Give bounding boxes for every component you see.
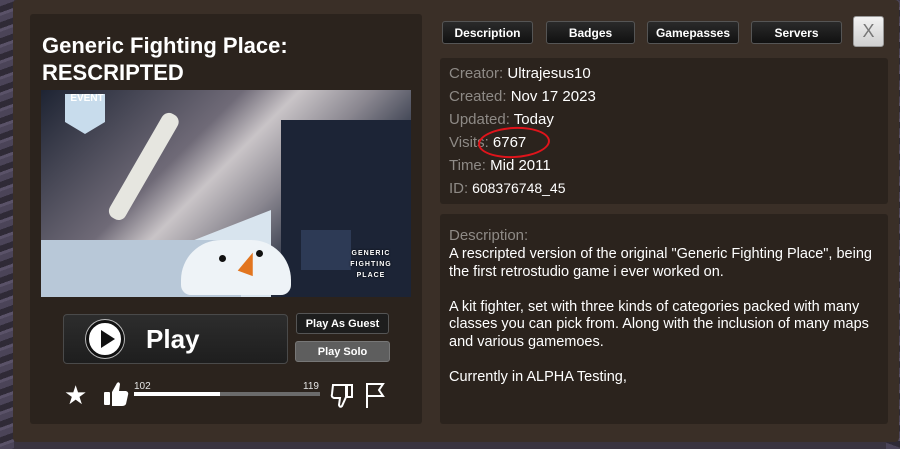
- info-updated: Updated: Today: [449, 111, 554, 128]
- vote-ratio-bar: [134, 392, 320, 396]
- background-left: [0, 0, 14, 449]
- thumbnail-eye: [219, 255, 226, 262]
- downvote-count: 119: [303, 381, 319, 392]
- id-label: ID:: [449, 180, 469, 197]
- info-id: ID: 608376748_45: [449, 180, 566, 197]
- tab-servers[interactable]: Servers: [751, 21, 842, 44]
- creator-label: Creator:: [449, 65, 504, 82]
- info-created: Created: Nov 17 2023: [449, 88, 596, 105]
- tab-badges[interactable]: Badges: [546, 21, 635, 44]
- flag-icon[interactable]: [364, 381, 386, 409]
- time-value: Mid 2011: [490, 157, 551, 174]
- updated-label: Updated:: [449, 111, 510, 128]
- play-button-label: Play: [146, 323, 200, 354]
- thumbnail-snowman: [181, 240, 291, 295]
- play-as-guest-button[interactable]: Play As Guest: [296, 313, 389, 334]
- play-solo-button[interactable]: Play Solo: [295, 341, 390, 362]
- id-value: 608376748_45: [472, 180, 566, 196]
- thumbnail-watermark: GENERIC FIGHTING PLACE: [350, 250, 392, 279]
- game-title: Generic Fighting Place: RESCRIPTED: [42, 33, 288, 85]
- creator-value[interactable]: Ultrajesus10: [507, 65, 590, 82]
- description-label: Description:: [449, 227, 529, 244]
- info-creator: Creator: Ultrajesus10: [449, 65, 591, 82]
- star-icon[interactable]: ★: [64, 380, 87, 410]
- tab-description[interactable]: Description: [442, 21, 533, 44]
- close-button[interactable]: X: [853, 16, 884, 47]
- event-badge-label: EVENT: [70, 93, 104, 104]
- time-label: Time:: [449, 157, 486, 174]
- description-body: A rescripted version of the original "Ge…: [449, 246, 872, 385]
- play-button[interactable]: Play: [63, 314, 288, 364]
- updated-value: Today: [513, 111, 554, 128]
- created-value: Nov 17 2023: [510, 88, 596, 105]
- thumbs-up-icon[interactable]: [102, 380, 130, 408]
- vote-ratio-fill: [134, 392, 220, 396]
- play-icon: [86, 320, 124, 358]
- game-thumbnail: EVENT GENERIC FIGHTING PLACE: [41, 90, 411, 297]
- thumbs-down-icon[interactable]: [330, 381, 354, 409]
- upvote-count: 102: [134, 381, 151, 392]
- close-icon: X: [862, 21, 875, 41]
- info-time: Time: Mid 2011: [449, 157, 551, 174]
- created-label: Created:: [449, 88, 507, 105]
- tab-gamepasses[interactable]: Gamepasses: [647, 21, 739, 44]
- thumbnail-eye: [256, 250, 263, 257]
